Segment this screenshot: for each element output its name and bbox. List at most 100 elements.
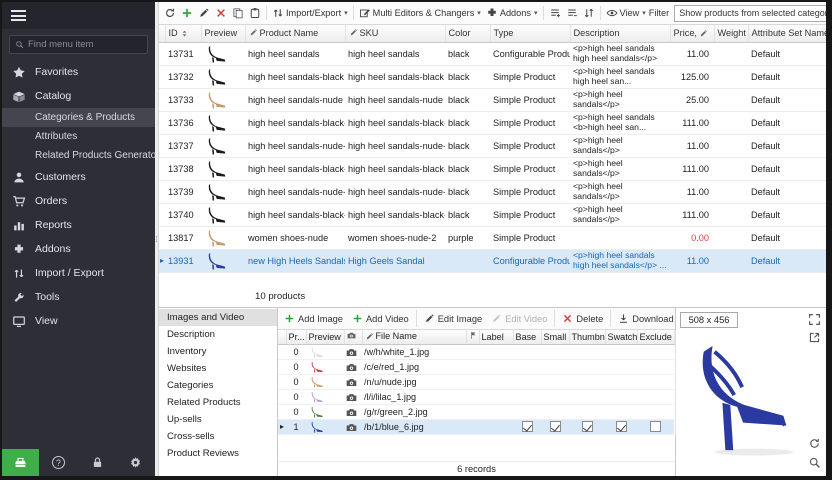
product-row[interactable]: 13817 women shoes-nude women shoes-nude-… xyxy=(159,226,826,249)
product-row[interactable]: 13736 high heel sandals-black-36 high he… xyxy=(159,111,826,134)
tab-up-sells[interactable]: Up-sells xyxy=(159,411,277,428)
swatch-checkbox[interactable] xyxy=(616,346,627,357)
sidebar-item-tools[interactable]: Tools xyxy=(2,285,155,309)
store-button[interactable] xyxy=(2,449,39,476)
column-header[interactable]: Color xyxy=(445,25,490,42)
sidebar-item-categories-products[interactable]: Categories & Products xyxy=(2,108,155,127)
thumbnail-checkbox[interactable] xyxy=(582,406,593,417)
menu-search[interactable] xyxy=(9,35,148,54)
collapse-all-button[interactable] xyxy=(564,5,580,22)
swatch-checkbox[interactable] xyxy=(616,391,627,402)
column-header[interactable] xyxy=(344,330,362,344)
column-header[interactable]: Preview xyxy=(306,330,344,344)
edit-product-button[interactable] xyxy=(196,5,212,22)
edit-image-button[interactable]: Edit Image xyxy=(416,310,486,327)
column-header[interactable]: Exclude xyxy=(637,330,674,344)
exclude-checkbox[interactable] xyxy=(650,376,661,387)
column-header[interactable]: Thumbna xyxy=(569,330,605,344)
lock-button[interactable] xyxy=(78,449,117,476)
tab-product-reviews[interactable]: Product Reviews xyxy=(159,445,277,462)
base-checkbox[interactable] xyxy=(522,406,533,417)
column-header[interactable]: Pr... xyxy=(286,330,306,344)
product-row[interactable]: 13733 high heel sandals-nude high heel s… xyxy=(159,88,826,111)
delete-product-button[interactable] xyxy=(213,5,229,22)
zoom-icon[interactable] xyxy=(808,456,821,469)
column-header[interactable]: Small xyxy=(541,330,569,344)
column-header[interactable]: Base xyxy=(513,330,541,344)
sidebar-item-reports[interactable]: Reports xyxy=(2,213,155,237)
column-header[interactable]: SKU xyxy=(345,25,445,42)
small-checkbox[interactable] xyxy=(550,391,561,402)
column-header[interactable]: Description xyxy=(570,25,670,42)
paste-button[interactable] xyxy=(247,5,263,22)
add-video-button[interactable]: Add Video xyxy=(348,310,413,327)
add-image-button[interactable]: Add Image xyxy=(280,310,347,327)
base-checkbox[interactable] xyxy=(522,421,533,432)
menu-toggle-button[interactable] xyxy=(2,2,155,29)
product-row[interactable]: 13740 high heel sandals-black-38 high he… xyxy=(159,203,826,226)
column-header[interactable]: Attribute Set Name xyxy=(748,25,826,42)
product-row[interactable]: 13732 high heel sandals-black high heel … xyxy=(159,65,826,88)
exclude-checkbox[interactable] xyxy=(650,406,661,417)
sidebar-item-orders[interactable]: Orders xyxy=(2,189,155,213)
column-header[interactable]: Weight xyxy=(714,25,748,42)
tab-inventory[interactable]: Inventory xyxy=(159,343,277,360)
thumbnail-checkbox[interactable] xyxy=(582,346,593,357)
small-checkbox[interactable] xyxy=(550,406,561,417)
exclude-checkbox[interactable] xyxy=(650,391,661,402)
sidebar-item-favorites[interactable]: Favorites xyxy=(2,60,155,84)
image-row[interactable]: 0 /n/u/nude.jpg xyxy=(278,374,674,389)
thumbnail-checkbox[interactable] xyxy=(582,361,593,372)
product-row[interactable]: 13738 high heel sandals-black-37 high he… xyxy=(159,157,826,180)
exclude-checkbox[interactable] xyxy=(650,421,661,432)
import-export-menu[interactable]: Import/Export▾ xyxy=(270,5,350,22)
image-size-readout[interactable]: 508 x 456 xyxy=(680,312,738,328)
column-header[interactable]: Label xyxy=(479,330,513,344)
tab-images-and-video[interactable]: Images and Video xyxy=(159,309,277,326)
tab-websites[interactable]: Websites xyxy=(159,360,277,377)
thumbnail-checkbox[interactable] xyxy=(582,376,593,387)
small-checkbox[interactable] xyxy=(550,376,561,387)
product-row[interactable]: ▸ 13931 new High Heels Sandals High Geel… xyxy=(159,249,826,272)
tab-categories[interactable]: Categories xyxy=(159,377,277,394)
multi-editors-menu[interactable]: Multi Editors & Changers▾ xyxy=(357,5,483,22)
base-checkbox[interactable] xyxy=(522,376,533,387)
expand-all-button[interactable] xyxy=(547,5,563,22)
sidebar-item-related-products-generator[interactable]: Related Products Generator xyxy=(2,146,155,165)
tab-description[interactable]: Description xyxy=(159,326,277,343)
menu-search-input[interactable] xyxy=(28,39,142,50)
sidebar-item-attributes[interactable]: Attributes xyxy=(2,127,155,146)
image-row[interactable]: 0 /g/r/green_2.jpg xyxy=(278,404,674,419)
tab-cross-sells[interactable]: Cross-sells xyxy=(159,428,277,445)
refresh-button[interactable] xyxy=(162,5,178,22)
column-header[interactable]: ID xyxy=(165,25,201,42)
product-row[interactable]: 13731 high heel sandals high heel sandal… xyxy=(159,42,826,65)
thumbnail-checkbox[interactable] xyxy=(582,391,593,402)
column-header[interactable]: Price, xyxy=(670,25,714,42)
column-header[interactable] xyxy=(278,330,286,344)
image-row[interactable]: 0 /l/i/lilac_1.jpg xyxy=(278,389,674,404)
add-product-button[interactable] xyxy=(179,5,195,22)
addons-menu[interactable]: Addons▾ xyxy=(484,5,540,22)
product-row[interactable]: 13739 high heel sandals-nude-37 high hee… xyxy=(159,180,826,203)
settings-button[interactable] xyxy=(116,449,155,476)
exclude-checkbox[interactable] xyxy=(650,346,661,357)
download-image-button[interactable]: Download Image xyxy=(610,310,675,327)
base-checkbox[interactable] xyxy=(522,346,533,357)
help-button[interactable]: ? xyxy=(39,449,78,476)
sidebar-item-customers[interactable]: Customers xyxy=(2,165,155,189)
swatch-checkbox[interactable] xyxy=(616,376,627,387)
column-header[interactable]: File Name xyxy=(362,330,466,344)
column-header[interactable]: Swatch xyxy=(605,330,637,344)
tab-related-products[interactable]: Related Products xyxy=(159,394,277,411)
image-row[interactable]: ▸ 1 /b/1/blue_6.jpg xyxy=(278,419,674,434)
column-header[interactable]: Preview xyxy=(201,25,245,42)
image-row[interactable]: 0 /w/h/white_1.jpg xyxy=(278,344,674,359)
product-row[interactable]: 13737 high heel sandals-nude-36 high hee… xyxy=(159,134,826,157)
rotate-icon[interactable] xyxy=(808,437,821,450)
exclude-checkbox[interactable] xyxy=(650,361,661,372)
swatch-checkbox[interactable] xyxy=(616,421,627,432)
view-menu[interactable]: View▾ xyxy=(604,5,648,22)
thumbnail-checkbox[interactable] xyxy=(582,421,593,432)
sidebar-item-import-export[interactable]: Import / Export xyxy=(2,261,155,285)
